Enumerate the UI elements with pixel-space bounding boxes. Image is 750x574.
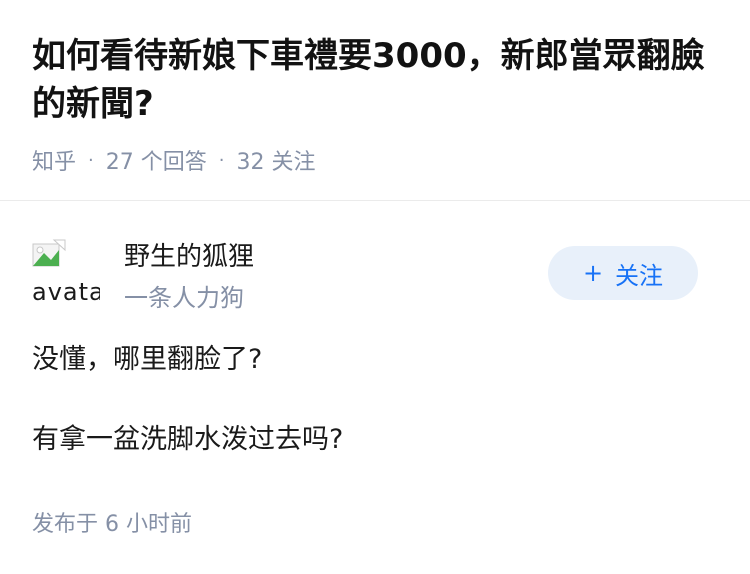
answer-content: 没懂，哪里翻脸了? 有拿一盆洗脚水泼过去吗? bbox=[32, 340, 718, 500]
answer-page: 如何看待新娘下車禮要3000，新郎當眾翻臉的新聞? 知乎 · 27 个回答 · … bbox=[0, 0, 750, 574]
author-name[interactable]: 野生的狐狸 bbox=[124, 236, 254, 273]
question-title[interactable]: 如何看待新娘下車禮要3000，新郎當眾翻臉的新聞? bbox=[32, 32, 712, 128]
avatar-alt-text: avatar bbox=[32, 278, 100, 306]
answer-paragraph: 没懂，哪里翻脸了? bbox=[32, 344, 263, 375]
author-headline: 一条人力狗 bbox=[124, 284, 244, 312]
follow-button-label: 关注 bbox=[615, 261, 664, 290]
source-label[interactable]: 知乎 bbox=[32, 144, 76, 176]
answers-count[interactable]: 27 个回答 bbox=[106, 144, 207, 176]
follow-button[interactable]: + 关注 bbox=[548, 246, 698, 300]
publish-time: 发布于 6 小时前 bbox=[32, 512, 192, 537]
separator-dot: · bbox=[218, 149, 225, 171]
avatar[interactable]: avatar bbox=[32, 238, 100, 306]
divider bbox=[0, 200, 750, 201]
followers-count[interactable]: 32 关注 bbox=[236, 144, 315, 176]
separator-dot: · bbox=[88, 149, 94, 171]
broken-image-icon bbox=[32, 239, 66, 267]
answer-paragraph: 有拿一盆洗脚水泼过去吗? bbox=[32, 424, 344, 455]
question-meta: 知乎 · 27 个回答 · 32 关注 bbox=[32, 144, 315, 176]
plus-icon: + bbox=[582, 259, 604, 287]
